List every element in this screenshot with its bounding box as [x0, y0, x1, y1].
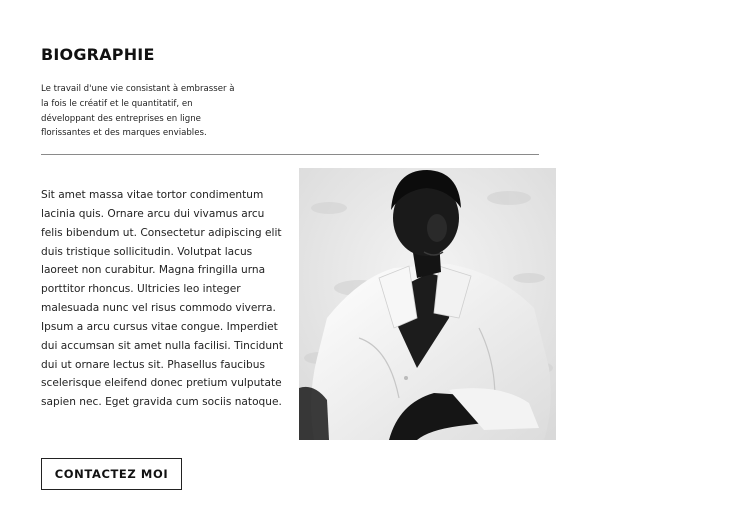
- page-title: BIOGRAPHIE: [41, 45, 155, 64]
- contact-button[interactable]: CONTACTEZ MOI: [41, 458, 182, 490]
- biography-text: Sit amet massa vitae tortor condimentum …: [41, 189, 283, 409]
- intro-text: Le travail d'une vie consistant à embras…: [41, 84, 235, 139]
- divider: [41, 154, 539, 155]
- portrait-photo: [299, 168, 556, 440]
